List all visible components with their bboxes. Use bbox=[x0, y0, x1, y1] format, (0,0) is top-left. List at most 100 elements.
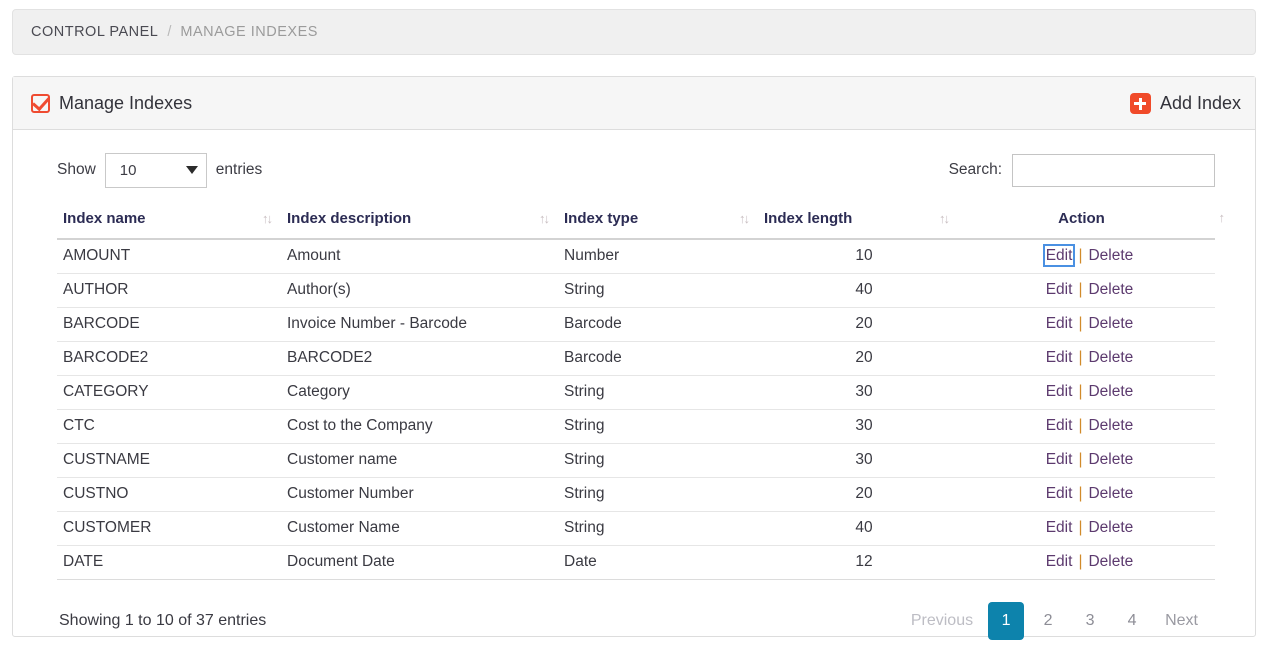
edit-link[interactable]: Edit bbox=[1046, 417, 1073, 434]
cell-index-type: String bbox=[564, 511, 764, 546]
pagination-next[interactable]: Next bbox=[1156, 602, 1207, 640]
delete-link[interactable]: Delete bbox=[1088, 349, 1133, 366]
search-input[interactable] bbox=[1012, 153, 1215, 187]
breadcrumb: CONTROL PANEL / MANAGE INDEXES bbox=[12, 9, 1256, 55]
cell-index-description: Invoice Number - Barcode bbox=[287, 307, 564, 342]
delete-link[interactable]: Delete bbox=[1088, 281, 1133, 298]
cell-index-name: BARCODE2 bbox=[57, 341, 287, 376]
delete-link[interactable]: Delete bbox=[1088, 451, 1133, 468]
delete-link[interactable]: Delete bbox=[1088, 315, 1133, 332]
cell-index-type: String bbox=[564, 273, 764, 308]
pagination-previous[interactable]: Previous bbox=[902, 602, 982, 640]
cell-action: Edit | Delete bbox=[964, 511, 1215, 546]
cell-index-type: Barcode bbox=[564, 341, 764, 376]
sort-icon: ↑↓ bbox=[262, 211, 273, 226]
pagination-page-3[interactable]: 3 bbox=[1072, 602, 1108, 640]
pagination-page-1[interactable]: 1 bbox=[988, 602, 1025, 640]
edit-link[interactable]: Edit bbox=[1046, 451, 1073, 468]
add-index-label: Add Index bbox=[1159, 92, 1241, 113]
cell-index-length: 30 bbox=[764, 409, 964, 444]
action-separator: | bbox=[1078, 281, 1083, 298]
cell-index-type: String bbox=[564, 477, 764, 512]
cell-action: Edit | Delete bbox=[964, 307, 1215, 342]
cell-index-name: CUSTOMER bbox=[57, 511, 287, 546]
cell-index-name: CUSTNAME bbox=[57, 443, 287, 478]
table-row: BARCODE2 BARCODE2 Barcode 20 Edit | Delete bbox=[57, 341, 1215, 376]
edit-link[interactable]: Edit bbox=[1046, 281, 1073, 298]
delete-link[interactable]: Delete bbox=[1088, 485, 1133, 502]
table-body: AMOUNT Amount Number 10 Edit | Delete AUTHOR Aut… bbox=[57, 239, 1215, 580]
table-row: AUTHOR Author(s) String 40 Edit | Delete bbox=[57, 273, 1215, 308]
table-row: CUSTOMER Customer Name String 40 Edit | Delete bbox=[57, 511, 1215, 546]
edit-link[interactable]: Edit bbox=[1046, 519, 1073, 536]
action-separator: | bbox=[1078, 553, 1083, 570]
showing-entries-text: Showing 1 to 10 of 37 entries bbox=[59, 612, 267, 629]
col-header-index-type-label: Index type bbox=[564, 210, 639, 227]
cell-action: Edit | Delete bbox=[964, 273, 1215, 308]
table-row: CATEGORY Category String 30 Edit | Delete bbox=[57, 375, 1215, 410]
sort-icon: ↑ bbox=[1218, 210, 1225, 225]
table-toolbar: Show 10 entries Search: bbox=[57, 150, 1215, 190]
cell-action: Edit | Delete bbox=[964, 341, 1215, 376]
cell-index-type: String bbox=[564, 409, 764, 444]
cell-index-length: 20 bbox=[764, 477, 964, 512]
cell-index-description: Document Date bbox=[287, 545, 564, 580]
pagination-page-2[interactable]: 2 bbox=[1030, 602, 1066, 640]
cell-index-description: Customer name bbox=[287, 443, 564, 478]
plus-square-icon bbox=[1129, 92, 1151, 114]
cell-index-length: 40 bbox=[764, 511, 964, 546]
cell-index-name: AUTHOR bbox=[57, 273, 287, 308]
edit-link[interactable]: Edit bbox=[1042, 244, 1076, 267]
edit-link[interactable]: Edit bbox=[1046, 349, 1073, 366]
sort-icon: ↑↓ bbox=[939, 211, 950, 226]
indexes-table: Index name ↑↓ Index description ↑↓ Index… bbox=[57, 210, 1225, 580]
cell-index-length: 20 bbox=[764, 341, 964, 376]
cell-index-length: 30 bbox=[764, 375, 964, 410]
page-title: Manage Indexes bbox=[31, 93, 192, 114]
col-header-action-label: Action bbox=[1058, 210, 1105, 227]
edit-link[interactable]: Edit bbox=[1046, 553, 1073, 570]
col-header-index-length[interactable]: Index length ↑↓ bbox=[764, 210, 964, 240]
page-size-value: 10 bbox=[119, 161, 137, 179]
cell-index-type: Barcode bbox=[564, 307, 764, 342]
show-entries-group: Show 10 entries bbox=[57, 152, 262, 188]
edit-link[interactable]: Edit bbox=[1046, 485, 1073, 502]
cell-index-description: BARCODE2 bbox=[287, 341, 564, 376]
action-separator: | bbox=[1078, 417, 1083, 434]
cell-action: Edit | Delete bbox=[964, 545, 1215, 580]
breadcrumb-control-panel[interactable]: CONTROL PANEL bbox=[31, 24, 158, 40]
col-header-index-name[interactable]: Index name ↑↓ bbox=[57, 210, 287, 240]
col-header-index-description[interactable]: Index description ↑↓ bbox=[287, 210, 564, 240]
edit-link[interactable]: Edit bbox=[1046, 315, 1073, 332]
panel-body: Show 10 entries Search: Index name ↑↓ In… bbox=[13, 130, 1255, 640]
panel-header: Manage Indexes Add Index bbox=[13, 77, 1255, 130]
add-index-button[interactable]: Add Index bbox=[1129, 92, 1241, 114]
cell-index-description: Customer Number bbox=[287, 477, 564, 512]
delete-link[interactable]: Delete bbox=[1088, 383, 1133, 400]
page-size-select[interactable]: 10 bbox=[104, 152, 207, 188]
col-header-index-length-label: Index length bbox=[764, 210, 853, 227]
action-separator: | bbox=[1078, 383, 1083, 400]
action-separator: | bbox=[1078, 247, 1083, 264]
table-footer: Showing 1 to 10 of 37 entries Previous 1 2… bbox=[57, 580, 1215, 640]
panel-title-text: Manage Indexes bbox=[59, 92, 193, 113]
delete-link[interactable]: Delete bbox=[1088, 553, 1133, 570]
col-header-index-type[interactable]: Index type ↑↓ bbox=[564, 210, 764, 240]
checkbox-checked-icon bbox=[31, 93, 50, 113]
pagination: Previous 1 2 3 4 Next bbox=[902, 602, 1215, 640]
pagination-page-4[interactable]: 4 bbox=[1114, 602, 1150, 640]
col-header-action[interactable]: Action ↑ bbox=[964, 210, 1225, 240]
col-header-index-name-label: Index name bbox=[63, 210, 146, 227]
delete-link[interactable]: Delete bbox=[1088, 247, 1133, 264]
action-separator: | bbox=[1078, 451, 1083, 468]
delete-link[interactable]: Delete bbox=[1088, 519, 1133, 536]
cell-index-description: Author(s) bbox=[287, 273, 564, 308]
breadcrumb-separator: / bbox=[167, 24, 172, 40]
chevron-down-icon bbox=[185, 166, 198, 174]
search-label: Search: bbox=[948, 161, 1002, 178]
cell-index-description: Customer Name bbox=[287, 511, 564, 546]
cell-action: Edit | Delete bbox=[964, 409, 1215, 444]
cell-index-type: String bbox=[564, 375, 764, 410]
delete-link[interactable]: Delete bbox=[1088, 417, 1133, 434]
edit-link[interactable]: Edit bbox=[1046, 383, 1073, 400]
